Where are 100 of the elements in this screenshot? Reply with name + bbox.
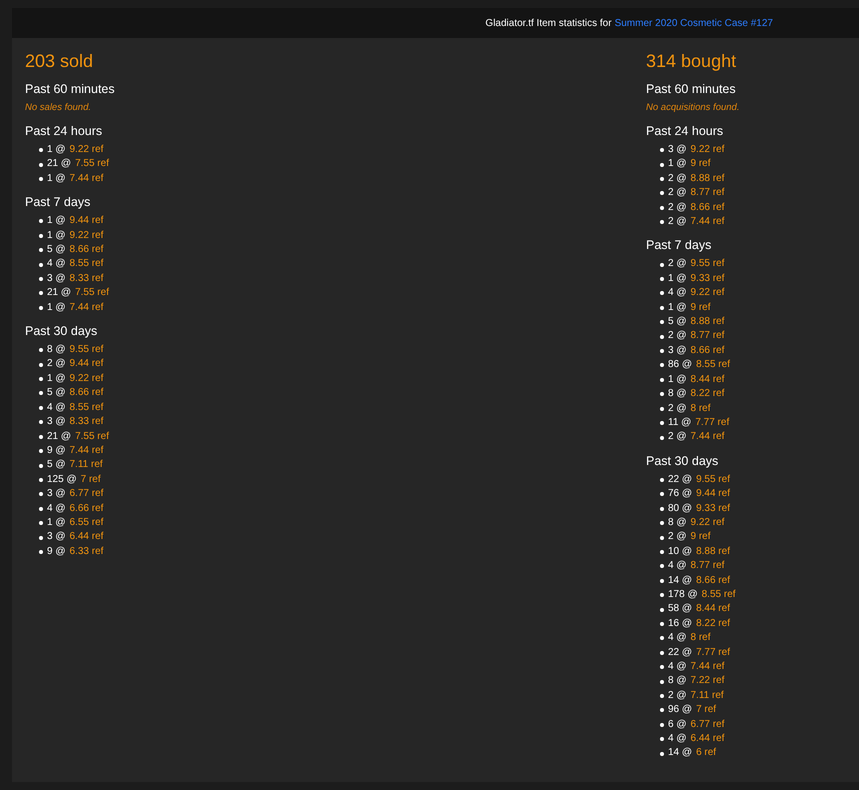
- trade-amount: 4 @: [668, 559, 686, 574]
- trade-price: 7.55 ref: [75, 157, 109, 172]
- trade-price: 9.44 ref: [696, 487, 730, 502]
- trade-price: 8.66 ref: [70, 243, 104, 258]
- trade-price: 9.55 ref: [696, 472, 730, 487]
- trade-amount: 8 @: [47, 343, 66, 358]
- trade-price: 7.22 ref: [690, 674, 724, 688]
- trade-price: 9.22 ref: [690, 286, 724, 300]
- bullet-icon: [660, 608, 664, 612]
- trade-price: 7.77 ref: [696, 646, 730, 660]
- empty-message: No sales found.: [25, 101, 92, 115]
- trade-price: 9 ref: [690, 530, 711, 544]
- bullet-icon: [660, 220, 664, 224]
- bullet-icon: [39, 449, 43, 454]
- trade-amount: 2 @: [668, 200, 686, 215]
- bullet-icon: [39, 348, 43, 352]
- bullet-icon: [660, 521, 664, 526]
- bullet-icon: [660, 406, 664, 411]
- trade-price: 9.22 ref: [70, 372, 104, 386]
- bullet-icon: [39, 377, 43, 382]
- trade-amount: 6 @: [668, 718, 686, 732]
- bullet-icon: [660, 349, 664, 354]
- trade-amount: 22 @: [668, 472, 692, 487]
- trade-amount: 8 @: [668, 516, 686, 530]
- bullet-icon: [39, 234, 43, 238]
- bullet-icon: [660, 392, 664, 396]
- period-heading: Past 30 days: [25, 323, 98, 340]
- trade-price: 7.44 ref: [70, 444, 104, 458]
- trade-amount: 21 @: [47, 157, 72, 172]
- column-title: 203 sold: [25, 50, 94, 72]
- trade-price: 6.55 ref: [70, 516, 104, 530]
- trade-price: 6.44 ref: [690, 732, 724, 746]
- trade-amount: 11 @: [668, 416, 692, 430]
- trade-amount: 4 @: [668, 732, 686, 746]
- bullet-icon: [39, 391, 43, 396]
- bullet-icon: [660, 162, 664, 167]
- trade-amount: 1 @: [47, 214, 66, 228]
- bullet-icon: [660, 421, 664, 426]
- bullet-icon: [660, 680, 664, 684]
- trade-amount: 4 @: [47, 502, 66, 516]
- trade-price: 8.88 ref: [690, 172, 724, 186]
- trade-amount: 16 @: [668, 616, 692, 631]
- trade-price: 8.55 ref: [702, 588, 736, 602]
- trade-price: 8.22 ref: [696, 616, 730, 631]
- bullet-icon: [660, 593, 664, 598]
- header-text: Gladiator.tf Item statistics for: [485, 18, 612, 28]
- trade-price: 9 ref: [690, 157, 711, 172]
- item-link[interactable]: Summer 2020 Cosmetic Case #127: [614, 18, 773, 28]
- trade-price: 6 ref: [696, 746, 716, 760]
- bullet-icon: [39, 262, 43, 267]
- trade-amount: 14 @: [668, 574, 692, 588]
- trade-price: 9 ref: [690, 300, 711, 315]
- bullet-icon: [39, 420, 43, 424]
- trade-amount: 3 @: [47, 415, 66, 430]
- bullet-icon: [39, 219, 43, 224]
- bullet-icon: [39, 306, 43, 310]
- trade-price: 7.44 ref: [690, 660, 724, 674]
- bullet-icon: [660, 564, 664, 568]
- trade-amount: 96 @: [668, 703, 692, 718]
- trade-price: 7.55 ref: [75, 286, 109, 300]
- trade-amount: 1 @: [47, 372, 66, 386]
- bullet-icon: [660, 177, 664, 182]
- bullet-icon: [39, 492, 43, 496]
- bullet-icon: [660, 550, 664, 554]
- period-heading: Past 24 hours: [25, 123, 104, 139]
- bullet-icon: [660, 536, 664, 540]
- trade-amount: 21 @: [47, 430, 72, 444]
- bullet-icon: [660, 191, 664, 196]
- trade-price: 9.55 ref: [70, 343, 104, 358]
- trade-amount: 2 @: [668, 688, 686, 703]
- trade-amount: 1 @: [47, 516, 66, 530]
- trade-price: 7.11 ref: [690, 688, 724, 703]
- bullet-icon: [660, 291, 664, 296]
- bullet-icon: [660, 665, 664, 670]
- trade-amount: 125 @: [47, 472, 77, 487]
- trade-amount: 3 @: [668, 344, 686, 358]
- trade-price: 7 ref: [696, 703, 716, 718]
- bullet-icon: [660, 694, 664, 698]
- trade-amount: 1 @: [47, 228, 66, 243]
- trade-price: 6.44 ref: [70, 530, 104, 544]
- bullet-icon: [660, 636, 664, 640]
- trade-amount: 2 @: [668, 430, 686, 444]
- empty-message: No acquisitions found.: [646, 101, 740, 115]
- trade-amount: 76 @: [668, 487, 692, 502]
- trade-amount: 3 @: [47, 487, 66, 502]
- trade-amount: 14 @: [668, 746, 692, 760]
- trade-amount: 5 @: [668, 315, 686, 330]
- trade-price: 8.77 ref: [690, 559, 724, 574]
- trade-price: 8.55 ref: [696, 358, 730, 372]
- trade-amount: 3 @: [47, 530, 66, 544]
- period-heading: Past 60 minutes: [25, 81, 116, 97]
- bullet-icon: [660, 650, 664, 655]
- trade-price: 9.22 ref: [690, 143, 724, 157]
- trade-amount: 1 @: [668, 157, 686, 172]
- trade-amount: 4 @: [668, 660, 686, 674]
- bullet-icon: [39, 478, 43, 482]
- trade-amount: 1 @: [668, 300, 686, 315]
- bullet-icon: [660, 277, 664, 282]
- trade-price: 7.77 ref: [695, 416, 730, 430]
- trade-amount: 1 @: [47, 172, 66, 186]
